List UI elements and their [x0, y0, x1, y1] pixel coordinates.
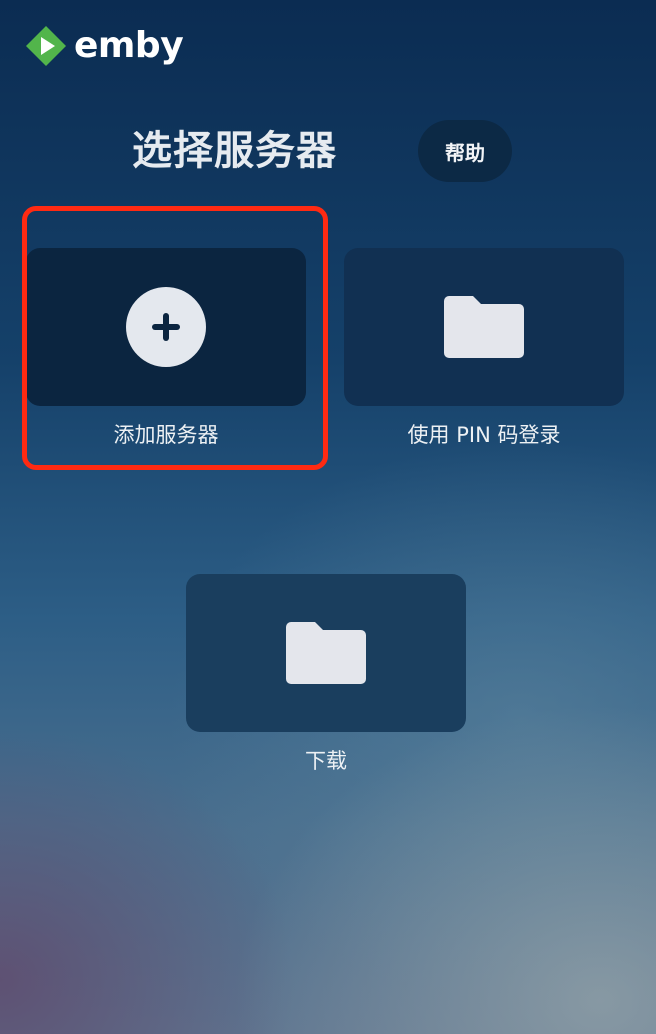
folder-icon: [444, 296, 524, 358]
logo-text: emby: [74, 25, 184, 66]
add-server-card[interactable]: 添加服务器: [26, 248, 306, 450]
downloads-card[interactable]: 下载: [186, 574, 466, 776]
emby-logo-icon: [26, 26, 66, 66]
page-title: 选择服务器: [132, 128, 337, 174]
pin-login-card[interactable]: 使用 PIN 码登录: [344, 248, 624, 450]
emby-logo: emby: [24, 24, 184, 68]
folder-icon: [286, 622, 366, 684]
pin-login-tile[interactable]: [344, 248, 624, 406]
downloads-label: 下载: [305, 749, 347, 773]
downloads-tile[interactable]: [186, 574, 466, 732]
plus-circle-icon: [126, 287, 206, 367]
pin-login-label: 使用 PIN 码登录: [407, 423, 561, 447]
help-button[interactable]: 帮助: [418, 120, 512, 182]
add-server-tile[interactable]: [26, 248, 306, 406]
add-server-label: 添加服务器: [113, 423, 219, 447]
